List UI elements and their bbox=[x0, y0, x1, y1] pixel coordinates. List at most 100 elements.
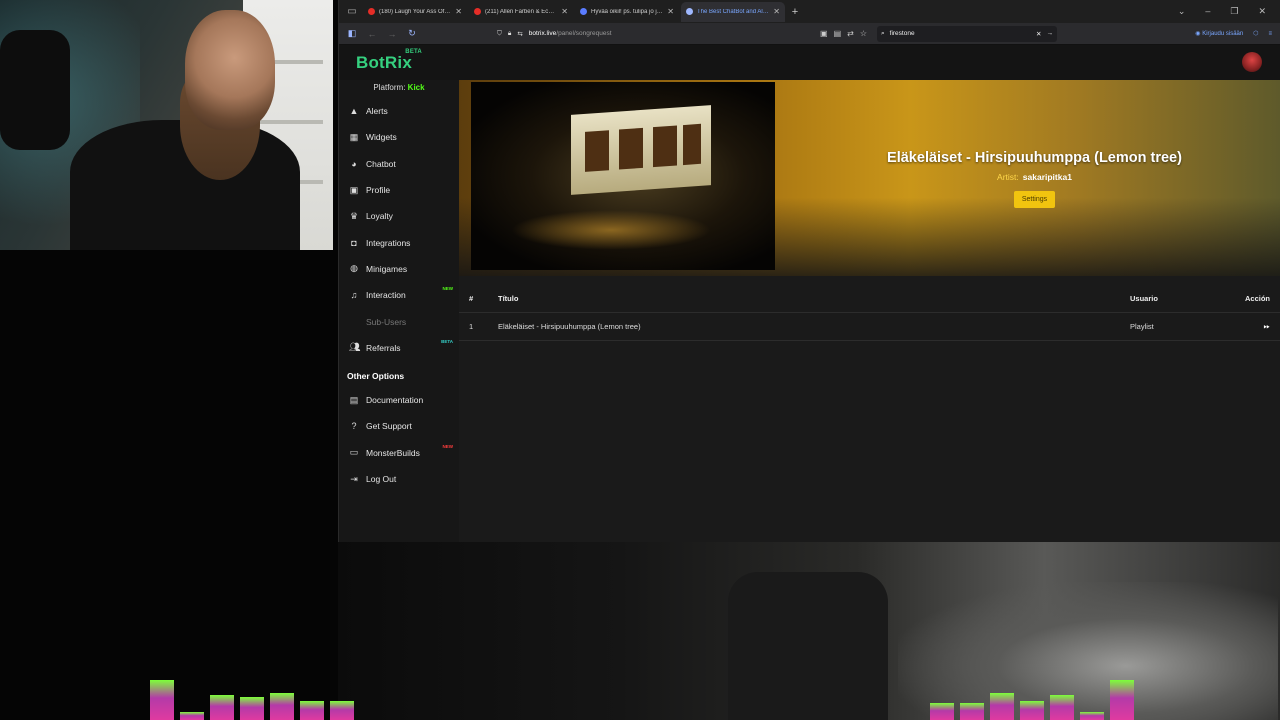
browser-window: ▭ (180) Laugh Your Ass Off! Epic ✕ (211)… bbox=[338, 0, 1280, 542]
sidebar-item-profile[interactable]: ▣ Profile bbox=[339, 177, 459, 203]
sidebar-item-widgets[interactable]: ▦ Widgets bbox=[339, 124, 459, 150]
avatar[interactable] bbox=[1242, 52, 1262, 72]
robot-icon: ◕ bbox=[351, 158, 357, 169]
shield-icon[interactable]: ⛉ bbox=[497, 30, 502, 38]
now-playing-info: Eläkeläiset - Hirsipuuhumppa (Lemon tree… bbox=[789, 150, 1280, 208]
screenshot-icon[interactable]: ▣ bbox=[820, 29, 828, 38]
settings-button[interactable]: Settings bbox=[1013, 191, 1056, 208]
audio-level-bar bbox=[1020, 701, 1044, 720]
reload-icon[interactable]: ↻ bbox=[407, 28, 417, 39]
close-tab-icon[interactable]: ✕ bbox=[561, 7, 568, 16]
fast-forward-icon[interactable]: ⏩︎ bbox=[1240, 322, 1270, 332]
back-icon[interactable]: ← bbox=[367, 29, 377, 39]
account-button[interactable]: ◉ Kirjaudu sisään bbox=[1195, 30, 1243, 37]
audio-level-bar bbox=[270, 693, 294, 720]
close-window-icon[interactable]: ✕ bbox=[1258, 6, 1266, 17]
other-options-heading: Other Options bbox=[347, 370, 405, 381]
table-header: # Título Usuario Acción bbox=[459, 285, 1280, 313]
sidebar-item-referrals[interactable]: 👥︎ Referrals BETA bbox=[339, 335, 459, 361]
song-queue-table: # Título Usuario Acción 1 Eläkeläiset - … bbox=[459, 285, 1280, 341]
translate-icon[interactable]: ⇄ bbox=[847, 29, 854, 38]
go-arrow-icon[interactable]: → bbox=[1047, 30, 1054, 37]
close-tab-icon[interactable]: ✕ bbox=[455, 7, 462, 16]
address-bar[interactable]: ⛉ 🔒︎ ⇆ botrix.live/panel/songrequest ▣ ▤… bbox=[497, 26, 867, 42]
forward-icon[interactable]: → bbox=[387, 29, 397, 39]
sidebar-item-log-out[interactable]: ⇥ Log Out bbox=[339, 466, 459, 492]
sidebar-item-alerts[interactable]: ▲ Alerts bbox=[339, 98, 459, 124]
audio-level-bar bbox=[210, 695, 234, 720]
song-request-panel: Eläkeläiset - Hirsipuuhumppa (Lemon tree… bbox=[459, 80, 1280, 542]
clear-search-icon[interactable]: ✕ bbox=[1036, 30, 1041, 38]
book-icon: ▤ bbox=[349, 394, 359, 405]
extensions-icon[interactable]: ⬡ bbox=[1253, 30, 1258, 37]
tab-bar: ▭ (180) Laugh Your Ass Off! Epic ✕ (211)… bbox=[339, 0, 1280, 23]
maximize-icon[interactable]: ❐ bbox=[1230, 6, 1238, 17]
botrix-favicon-icon bbox=[686, 8, 693, 15]
new-tab-button[interactable]: + bbox=[787, 6, 803, 18]
audio-meter-left bbox=[150, 680, 354, 720]
audio-level-bar bbox=[1080, 712, 1104, 720]
menu-icon[interactable]: ≡ bbox=[1268, 31, 1272, 37]
sidebar-toggle-icon[interactable]: ◧ bbox=[347, 28, 357, 39]
sidebar-item-chatbot[interactable]: ◕ Chatbot bbox=[339, 151, 459, 177]
music-icon: ♫ bbox=[350, 290, 358, 301]
chevron-down-icon[interactable]: ⌄ bbox=[1178, 6, 1186, 17]
trophy-icon: ♛ bbox=[349, 210, 359, 221]
sidebar-item-integrations[interactable]: ◘ Integrations bbox=[339, 229, 459, 255]
lock-icon: 🔒︎ bbox=[507, 29, 512, 37]
background-video bbox=[338, 542, 1280, 720]
search-icon: ⌕ bbox=[881, 29, 885, 37]
close-tab-icon[interactable]: ✕ bbox=[667, 7, 674, 16]
youtube-icon bbox=[368, 8, 375, 15]
sidebar-item-get-support[interactable]: ? Get Support bbox=[339, 413, 459, 439]
reader-icon[interactable]: ▤ bbox=[834, 29, 842, 38]
logo[interactable]: BotRix BETA bbox=[356, 49, 422, 73]
audio-level-bar bbox=[930, 703, 954, 720]
browser-tab[interactable]: (211) Allen Farben & Ecole Gan ✕ bbox=[469, 2, 573, 22]
video-player[interactable] bbox=[471, 82, 775, 270]
grid-icon: ▦ bbox=[349, 131, 359, 142]
help-icon: ? bbox=[351, 421, 357, 432]
sidebar-item-monsterbuilds[interactable]: ▭ MonsterBuilds NEW bbox=[339, 440, 459, 466]
audio-level-bar bbox=[300, 701, 324, 720]
audio-level-bar bbox=[1050, 695, 1074, 720]
search-input[interactable]: ⌕ firestone ✕ → bbox=[877, 25, 1057, 42]
tab-list-icon[interactable]: ▭ bbox=[343, 3, 361, 21]
audio-level-bar bbox=[330, 701, 354, 720]
browser-tab-active[interactable]: The Best ChatBot and Alerts ✕ bbox=[681, 1, 785, 22]
now-playing-banner: Eläkeläiset - Hirsipuuhumppa (Lemon tree… bbox=[459, 80, 1280, 276]
audio-level-bar bbox=[150, 680, 174, 720]
site-favicon-icon bbox=[580, 8, 587, 15]
webcam-feed bbox=[0, 0, 333, 250]
sidebar-item-documentation[interactable]: ▤ Documentation bbox=[339, 387, 459, 413]
audio-level-bar bbox=[240, 697, 264, 720]
browser-tab[interactable]: Hyvää oikil! ps. tulipa jo joulu! ✕ bbox=[575, 2, 679, 22]
users-icon: 👥︎ bbox=[349, 342, 361, 353]
sidebar: Platform: Kick ▲ Alerts ▦ Widgets ◕ Chat… bbox=[339, 80, 459, 542]
close-tab-icon[interactable]: ✕ bbox=[773, 7, 780, 16]
browser-tab[interactable]: (180) Laugh Your Ass Off! Epic ✕ bbox=[363, 2, 467, 22]
new-badge: NEW bbox=[442, 286, 454, 292]
artist-line: Artist: sakaripitka1 bbox=[997, 172, 1072, 182]
sidebar-item-interaction[interactable]: ♫ Interaction NEW bbox=[339, 282, 459, 308]
sidebar-item-loyalty[interactable]: ♛ Loyalty bbox=[339, 203, 459, 229]
plug-icon: ◘ bbox=[351, 237, 357, 248]
warning-icon: ▲ bbox=[349, 106, 359, 117]
audio-meter-right bbox=[930, 680, 1134, 720]
top-navbar: BotRix BETA bbox=[339, 45, 1280, 80]
song-title: Eläkeläiset - Hirsipuuhumppa (Lemon tree… bbox=[887, 150, 1182, 166]
sidebar-item-minigames[interactable]: ◍ Minigames bbox=[339, 256, 459, 282]
minimize-icon[interactable]: – bbox=[1205, 6, 1210, 17]
audio-level-bar bbox=[180, 712, 204, 720]
link-icon: ⇆ bbox=[517, 30, 523, 38]
audio-level-bar bbox=[1110, 680, 1134, 720]
audio-level-bar bbox=[960, 703, 984, 720]
audio-level-bar bbox=[990, 693, 1014, 720]
star-icon[interactable]: ☆ bbox=[860, 29, 867, 38]
beta-badge: BETA bbox=[441, 338, 453, 344]
table-row: 1 Eläkeläiset - Hirsipuuhumppa (Lemon tr… bbox=[459, 313, 1280, 341]
platform-indicator: Platform: Kick bbox=[373, 83, 425, 92]
laptop-icon: ▭ bbox=[349, 447, 359, 458]
logout-icon: ⇥ bbox=[350, 473, 358, 484]
user-icon: ◉ bbox=[1195, 31, 1201, 37]
